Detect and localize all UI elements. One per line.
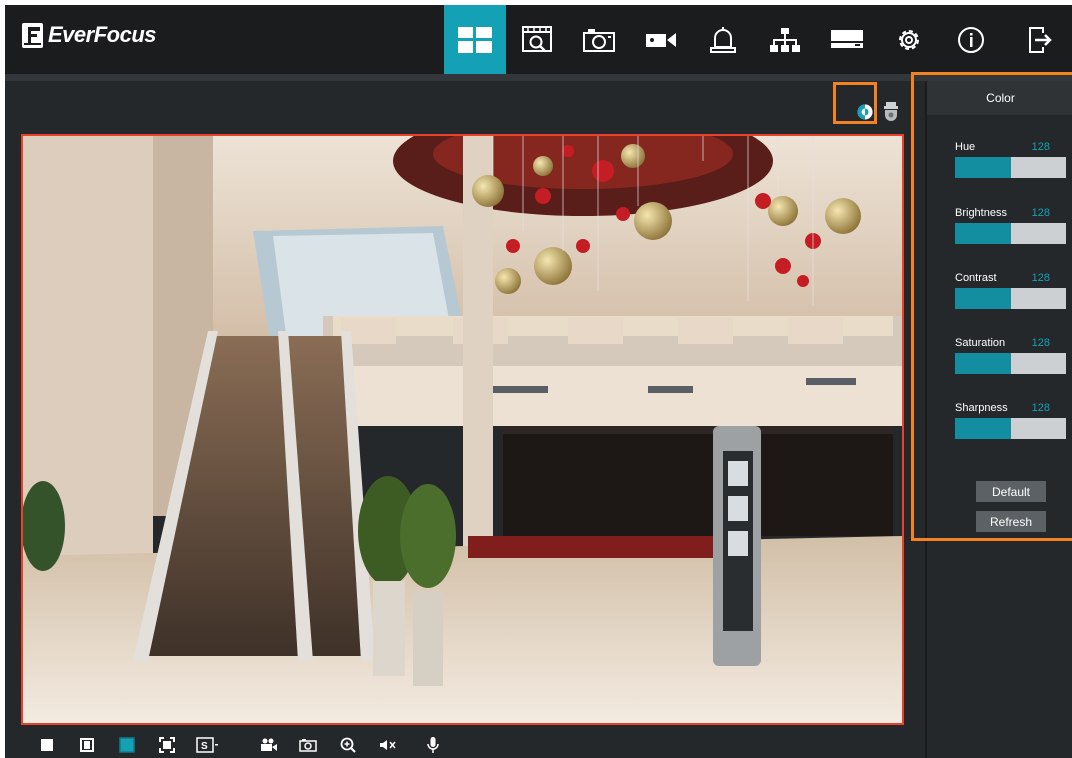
ptz-button[interactable]: [883, 101, 899, 128]
nav-snapshot[interactable]: [568, 5, 630, 74]
alarm-bell-icon: [710, 26, 736, 53]
microphone-icon: [427, 737, 439, 753]
video-camera-icon: [646, 32, 676, 47]
frame-icon: [80, 738, 94, 752]
gear-icon: [899, 29, 919, 50]
stretch-button[interactable]: [117, 735, 137, 755]
video-toolbar: S: [5, 732, 923, 758]
nav-live-view[interactable]: [444, 5, 506, 74]
network-icon: [770, 27, 800, 52]
live-view-area: S: [5, 81, 923, 758]
stop-button[interactable]: [37, 735, 57, 755]
fullscreen-icon: [159, 737, 175, 753]
top-bar: EverFocus: [5, 5, 1072, 74]
camera-icon: [583, 28, 615, 52]
camera-video-feed[interactable]: [21, 134, 904, 725]
audio-button[interactable]: [378, 735, 398, 755]
video-camera-icon: [261, 738, 277, 751]
stream-s-icon: S: [196, 737, 218, 753]
dome-camera-icon: [884, 102, 898, 121]
zoom-in-icon: [340, 737, 356, 753]
mall-scene-image: [23, 136, 902, 723]
nav-storage[interactable]: [816, 5, 878, 74]
stream-select-button[interactable]: S: [195, 735, 221, 755]
brand-name: EverFocus: [48, 22, 157, 47]
playback-film-icon: [522, 25, 552, 52]
talk-button[interactable]: [423, 735, 443, 755]
original-size-button[interactable]: [77, 735, 97, 755]
zoom-button[interactable]: [338, 735, 358, 755]
nav-network[interactable]: [754, 5, 816, 74]
nav-settings[interactable]: [878, 5, 940, 74]
logout-icon: [1029, 26, 1052, 53]
fill-screen-icon: [119, 737, 135, 753]
snapshot-button[interactable]: [298, 735, 318, 755]
hard-drive-icon: [831, 29, 863, 48]
fullscreen-button[interactable]: [157, 735, 177, 755]
grid-layout-icon: [458, 26, 492, 53]
square-stop-icon: [41, 739, 53, 751]
brand-logo: EverFocus: [22, 20, 157, 50]
color-tool-highlight: [833, 82, 877, 124]
record-button[interactable]: [259, 735, 279, 755]
svg-text:S: S: [201, 741, 208, 752]
nav-playback[interactable]: [506, 5, 568, 74]
everfocus-logo-icon: [22, 22, 43, 48]
nav-alarm[interactable]: [692, 5, 754, 74]
camera-icon: [299, 739, 317, 752]
mute-icon: [380, 740, 396, 750]
nav-logout[interactable]: [1010, 5, 1072, 74]
color-panel-highlight: [911, 72, 1072, 541]
info-icon: [958, 26, 984, 53]
nav-info[interactable]: [940, 5, 1002, 74]
nav-record[interactable]: [630, 5, 692, 74]
